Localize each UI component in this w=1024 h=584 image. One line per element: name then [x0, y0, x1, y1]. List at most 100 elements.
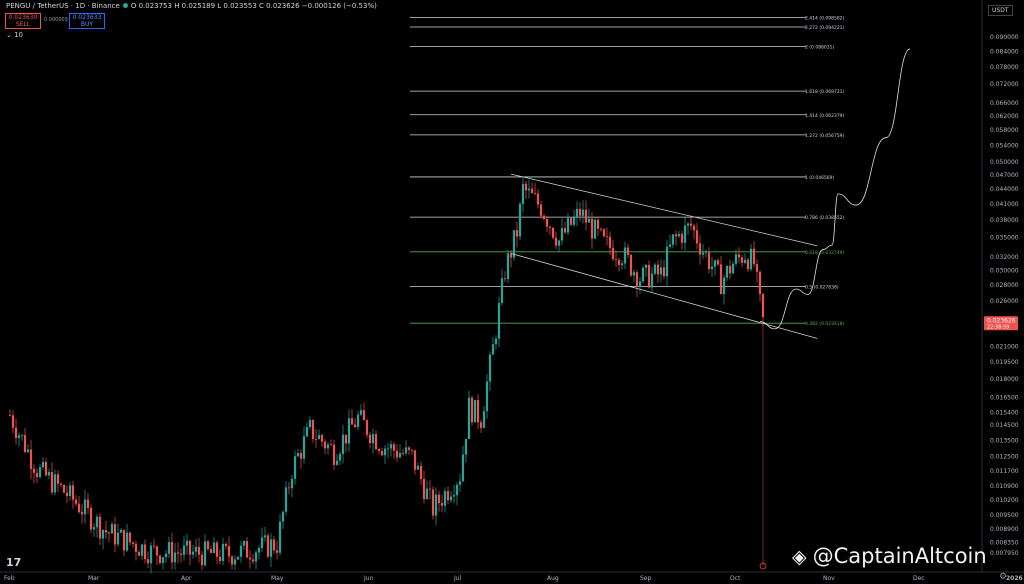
candle-body — [188, 540, 192, 555]
y-tick-label: 0.090000 — [990, 34, 1019, 41]
candle-body — [173, 552, 177, 563]
candle-body — [140, 544, 144, 556]
y-tick-label: 0.014500 — [990, 422, 1019, 429]
buy-button[interactable]: 0.023633 BUY — [69, 13, 105, 29]
candle-body — [494, 338, 498, 345]
indicators-toggle[interactable]: ⌄ 10 — [6, 31, 23, 39]
fib-level-label: 0.382 (0.023418) — [805, 321, 845, 327]
candle-body — [677, 234, 681, 237]
candle-body — [644, 264, 648, 268]
candle-body — [635, 272, 639, 287]
sell-button[interactable]: 0.023630 SELL — [5, 13, 41, 29]
channel-upper-line — [510, 173, 818, 247]
candle-body — [41, 461, 45, 468]
candle-body — [284, 487, 288, 512]
candle-body — [101, 530, 105, 539]
candle-body — [716, 260, 720, 265]
y-tick-label: 0.016500 — [990, 395, 1019, 402]
candle-body — [323, 441, 327, 449]
candle-body — [521, 183, 525, 204]
y-tick-label: 0.010200 — [990, 497, 1019, 504]
candle-body — [572, 216, 576, 225]
candle-body — [296, 453, 300, 457]
candle-body — [311, 419, 315, 440]
last-price-countdown: 22:38:59 — [987, 324, 1009, 330]
candle-body — [512, 230, 516, 258]
candle-body — [221, 543, 225, 561]
candle-body — [50, 472, 54, 493]
candle-body — [596, 219, 600, 229]
candle-body — [707, 252, 711, 270]
candle-body — [326, 444, 330, 449]
candle-body — [203, 541, 207, 566]
candle-body — [368, 434, 372, 444]
candle-body — [455, 484, 459, 496]
currency-selector[interactable]: USDT — [988, 5, 1013, 16]
y-tick-label: 0.008900 — [990, 526, 1019, 533]
candle-body — [674, 234, 678, 237]
candle-body — [467, 397, 471, 439]
candles-group — [8, 178, 765, 574]
candle-body — [428, 488, 432, 490]
candle-body — [539, 204, 543, 216]
candle-body — [398, 453, 402, 458]
candle-body — [278, 521, 282, 553]
candle-body — [419, 465, 423, 479]
candle-body — [77, 503, 81, 513]
y-tick-label: 0.015400 — [990, 409, 1019, 416]
candle-body — [548, 226, 552, 228]
candle-body — [689, 223, 693, 226]
candle-body — [488, 354, 492, 382]
candle-body — [680, 234, 684, 243]
candle-body — [68, 485, 72, 497]
candle-body — [560, 228, 564, 241]
candle-body — [236, 556, 240, 560]
candle-body — [557, 240, 561, 246]
candle-body — [53, 474, 57, 493]
candle-body — [194, 546, 198, 552]
candle-body — [536, 193, 540, 205]
candle-body — [341, 434, 345, 455]
candle-body — [200, 554, 204, 566]
y-tick-label: 0.010900 — [990, 483, 1019, 490]
candle-body — [347, 418, 351, 444]
candle-body — [230, 556, 234, 565]
candle-body — [305, 427, 309, 437]
y-tick-label: 0.054000 — [990, 142, 1019, 149]
candle-body — [632, 272, 636, 276]
candle-body — [224, 543, 228, 546]
y-tick-label: 0.011700 — [990, 468, 1019, 475]
candle-body — [500, 278, 504, 303]
candle-body — [122, 529, 126, 551]
candle-body — [449, 496, 453, 501]
fib-level-label: 1.272 (0.056759) — [805, 133, 845, 139]
candle-body — [143, 544, 147, 560]
candle-body — [404, 447, 408, 454]
candle-body — [89, 507, 93, 530]
candle-body — [197, 546, 201, 555]
candle-body — [482, 411, 486, 428]
market-open-icon — [122, 3, 128, 8]
candle-body — [503, 278, 507, 280]
candle-body — [128, 532, 132, 543]
x-tick-label: 2026 — [1006, 575, 1023, 582]
candle-body — [47, 472, 51, 476]
candle-body — [710, 266, 714, 270]
x-tick-label: Jun — [363, 575, 374, 582]
y-tick-label: 0.009500 — [990, 512, 1019, 519]
candle-body — [749, 248, 753, 270]
candle-body — [599, 228, 603, 230]
candle-body — [587, 218, 591, 223]
candle-body — [416, 465, 420, 470]
symbol-title[interactable]: PENGU / TetherUS · 1D · Binance — [6, 2, 120, 10]
candle-body — [758, 271, 762, 294]
candle-body — [308, 419, 312, 428]
fib-level-label: 0.5 (0.027838) — [805, 284, 839, 290]
candle-body — [461, 454, 465, 482]
candle-body — [665, 246, 669, 277]
candle-body — [602, 229, 606, 237]
candle-body — [26, 449, 30, 452]
price-chart[interactable]: 0.090000 0.084000 0.078000 0.072000 0.066000… — [0, 0, 1024, 584]
candle-body — [380, 451, 384, 456]
settings-gear-icon[interactable]: ⚙ — [999, 572, 1007, 582]
